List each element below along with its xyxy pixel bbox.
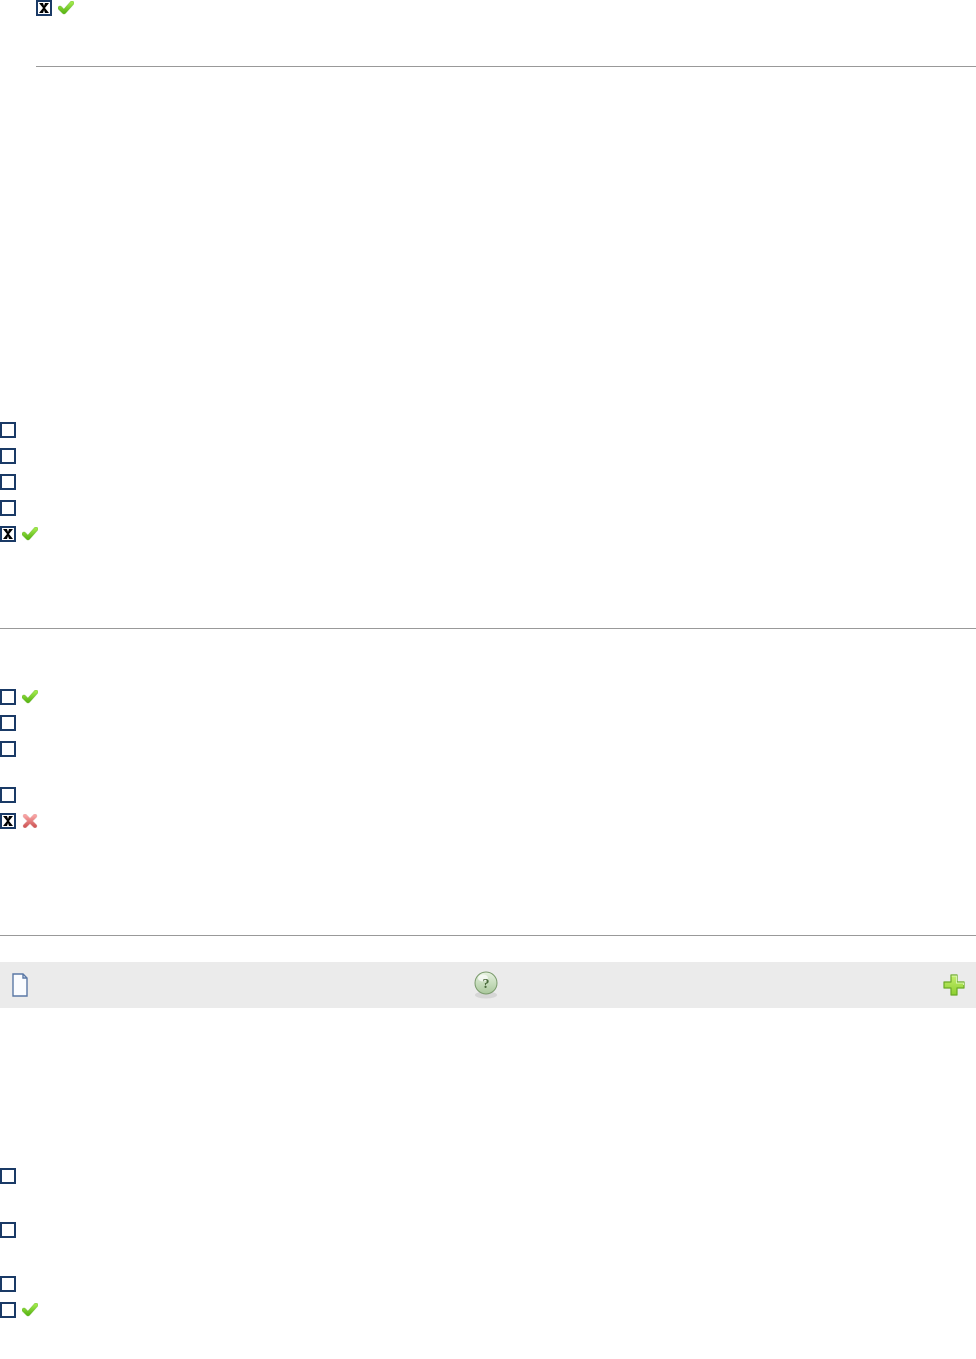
checkbox[interactable] [36, 0, 52, 16]
checkbox[interactable] [0, 474, 16, 490]
checkbox[interactable] [0, 500, 16, 516]
checkmark-icon [22, 690, 38, 704]
block3a-row-2 [0, 741, 976, 757]
block4-row-0 [0, 1168, 976, 1184]
checkmark-icon [58, 1, 74, 15]
block3b-row-0 [0, 787, 976, 803]
add-icon[interactable] [942, 973, 966, 997]
block3a-row-0 [0, 689, 976, 705]
block2-row-4 [0, 526, 976, 542]
block2-row-1 [0, 448, 976, 464]
checkbox[interactable] [0, 526, 16, 542]
help-icon[interactable]: ? [471, 970, 501, 1000]
toolbar: ? [0, 962, 976, 1008]
x-mark-icon [22, 814, 38, 828]
checkbox[interactable] [0, 1302, 16, 1318]
block4-row-3 [0, 1302, 976, 1318]
block2-row-2 [0, 474, 976, 490]
checkbox[interactable] [0, 1222, 16, 1238]
checkbox[interactable] [0, 1168, 16, 1184]
checkbox[interactable] [0, 422, 16, 438]
checkbox[interactable] [0, 1276, 16, 1292]
block2-row-0 [0, 422, 976, 438]
block3a-row-1 [0, 715, 976, 731]
block2-row-3 [0, 500, 976, 516]
checkbox[interactable] [0, 787, 16, 803]
checkbox[interactable] [0, 813, 16, 829]
checkmark-icon [22, 1303, 38, 1317]
block4-row-2 [0, 1276, 976, 1292]
checkbox[interactable] [0, 741, 16, 757]
block4-row-1 [0, 1222, 976, 1238]
checkmark-icon [22, 527, 38, 541]
block1-row-0 [36, 0, 976, 16]
block3b-row-1 [0, 813, 976, 829]
checkbox[interactable] [0, 715, 16, 731]
checkbox[interactable] [0, 448, 16, 464]
page-icon[interactable] [10, 973, 30, 997]
svg-text:?: ? [483, 977, 490, 992]
checkbox[interactable] [0, 689, 16, 705]
